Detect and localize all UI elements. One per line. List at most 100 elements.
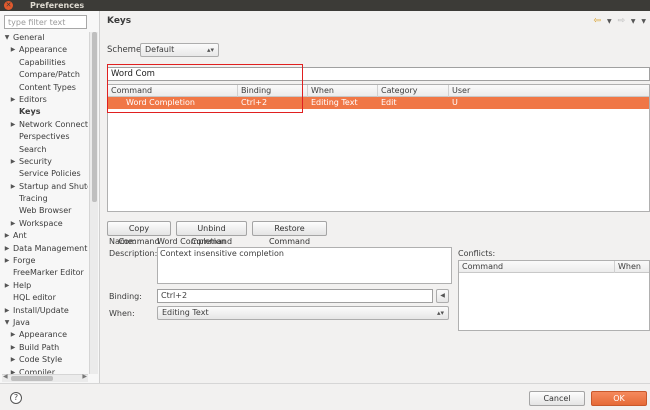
sidebar-item-label: General [13, 33, 45, 42]
sidebar-item[interactable]: ▶ Appearance [0, 329, 88, 341]
column-header-command[interactable]: Command [459, 261, 615, 273]
collapsed-arrow-icon[interactable]: ▶ [9, 44, 17, 56]
chevron-down-icon[interactable]: ▼ [631, 18, 636, 25]
collapsed-arrow-icon[interactable]: ▶ [3, 255, 11, 267]
sidebar-vertical-scrollbar[interactable] [89, 32, 98, 374]
scheme-value: Default [145, 45, 175, 54]
scroll-left-icon[interactable]: ◀ [3, 373, 8, 380]
restore-command-button[interactable]: Restore Command [252, 221, 327, 246]
scroll-thumb[interactable] [92, 32, 97, 202]
sidebar-item[interactable]: Keys [0, 106, 88, 118]
preferences-sidebar: type filter text ▼ General ▶ Appearance Capa… [0, 11, 100, 383]
sidebar-item-label: HQL editor [13, 293, 56, 303]
collapsed-arrow-icon[interactable]: ▶ [9, 218, 17, 230]
binding-label: Binding: [109, 292, 142, 301]
cancel-button[interactable]: Cancel [529, 391, 585, 406]
description-label: Description: [109, 249, 158, 258]
sidebar-item[interactable]: ▶ Network Connecti [0, 119, 88, 131]
sidebar-item[interactable]: ▶ Compiler [0, 367, 88, 374]
sidebar-item[interactable]: ▶ Startup and Shutd [0, 181, 88, 193]
when-select[interactable]: Editing Text ▴▾ [157, 306, 449, 320]
sidebar-item[interactable]: HQL editor [0, 292, 88, 304]
sidebar-item-label: FreeMarker Editor [13, 268, 84, 278]
name-label: Name: [109, 237, 136, 246]
sidebar-item[interactable]: ▶ Security [0, 156, 88, 168]
sidebar-item[interactable]: Service Policies [0, 168, 88, 180]
sidebar-item[interactable]: ▶ Ant [0, 230, 88, 242]
collapsed-arrow-icon[interactable]: ▶ [3, 280, 11, 292]
binding-menu-icon[interactable]: ◀ [436, 289, 449, 303]
collapsed-arrow-icon[interactable]: ▶ [9, 367, 17, 374]
expanded-arrow-icon[interactable]: ▼ [3, 317, 11, 329]
page-navigation: ⇦ ▼ ⇨ ▼ ▼ [591, 16, 646, 28]
ok-button[interactable]: OK [591, 391, 647, 406]
sidebar-item[interactable]: Capabilities [0, 57, 88, 69]
sidebar-item-label: Startup and Shutd [19, 181, 88, 191]
cell-user: U [452, 98, 458, 107]
sidebar-item[interactable]: ▶ Workspace [0, 218, 88, 230]
scheme-select[interactable]: Default ▴▾ [140, 43, 219, 57]
name-value: Word Completion [157, 237, 226, 246]
sidebar-item[interactable]: Content Types [0, 82, 88, 94]
unbind-command-button[interactable]: Unbind Command [176, 221, 247, 246]
collapsed-arrow-icon[interactable]: ▶ [3, 305, 11, 317]
column-header-when[interactable]: When [308, 85, 378, 97]
view-menu-icon[interactable]: ▼ [641, 18, 646, 25]
sidebar-item-label: Workspace [19, 218, 63, 228]
scroll-right-icon[interactable]: ▶ [82, 373, 87, 380]
sidebar-item[interactable]: ▼ General [0, 32, 88, 44]
collapsed-arrow-icon[interactable]: ▶ [9, 94, 17, 106]
sidebar-item-label: Compare/Patch [19, 70, 80, 80]
help-icon[interactable]: ? [10, 392, 22, 404]
sidebar-item[interactable]: Web Browser [0, 205, 88, 217]
conflicts-table[interactable]: Command When [458, 260, 650, 331]
collapsed-arrow-icon[interactable]: ▶ [9, 119, 17, 131]
sidebar-item[interactable]: ▶ Build Path [0, 342, 88, 354]
sidebar-item[interactable]: Search [0, 144, 88, 156]
forward-arrow-icon[interactable]: ⇨ [617, 16, 625, 26]
sidebar-item-label: Editors [19, 94, 47, 104]
sidebar-item[interactable]: ▶ Forge [0, 255, 88, 267]
close-window-icon[interactable]: ✕ [4, 1, 13, 10]
sidebar-item[interactable]: Perspectives [0, 131, 88, 143]
copy-command-button[interactable]: Copy Command [107, 221, 171, 246]
sidebar-horizontal-scrollbar[interactable]: ◀ ▶ [2, 373, 88, 382]
sidebar-item[interactable]: ▼ Java [0, 317, 88, 329]
sidebar-item-label: Content Types [19, 82, 76, 92]
binding-input[interactable]: Ctrl+2 [157, 289, 433, 303]
sidebar-item-label: Tracing [19, 194, 48, 204]
column-header-category[interactable]: Category [378, 85, 449, 97]
sidebar-item[interactable]: ▶ Editors [0, 94, 88, 106]
sidebar-item[interactable]: FreeMarker Editor [0, 267, 88, 279]
preferences-tree: ▼ General ▶ Appearance Capabilities Compare/P… [0, 32, 88, 374]
cell-when: Editing Text [311, 98, 358, 107]
sidebar-item[interactable]: Tracing [0, 193, 88, 205]
expanded-arrow-icon[interactable]: ▼ [3, 32, 11, 44]
sidebar-item-label: Appearance [19, 330, 68, 340]
collapsed-arrow-icon[interactable]: ▶ [9, 156, 17, 168]
sidebar-item[interactable]: ▶ Data Management [0, 243, 88, 255]
column-header-when[interactable]: When [615, 261, 650, 273]
collapsed-arrow-icon[interactable]: ▶ [9, 181, 17, 193]
sidebar-item-label: Help [13, 280, 32, 290]
scroll-thumb[interactable] [11, 376, 53, 381]
cell-category: Edit [381, 98, 397, 107]
sidebar-item[interactable]: Compare/Patch [0, 69, 88, 81]
collapsed-arrow-icon[interactable]: ▶ [9, 342, 17, 354]
chevron-down-icon[interactable]: ▼ [607, 18, 612, 25]
collapsed-arrow-icon[interactable]: ▶ [3, 243, 11, 255]
sidebar-item[interactable]: ▶ Appearance [0, 44, 88, 56]
collapsed-arrow-icon[interactable]: ▶ [3, 230, 11, 242]
sidebar-item[interactable]: ▶ Help [0, 280, 88, 292]
collapsed-arrow-icon[interactable]: ▶ [9, 354, 17, 366]
sidebar-item[interactable]: ▶ Install/Update [0, 305, 88, 317]
description-text[interactable]: Context insensitive completion [157, 247, 452, 284]
back-arrow-icon[interactable]: ⇦ [594, 16, 602, 26]
sidebar-item[interactable]: ▶ Code Style [0, 354, 88, 366]
sidebar-item-label: Compiler [19, 367, 56, 374]
filter-input[interactable]: type filter text [4, 15, 87, 29]
sidebar-item-label: Data Management [13, 243, 88, 253]
column-header-user[interactable]: User [449, 85, 650, 97]
when-value: Editing Text [162, 308, 209, 317]
collapsed-arrow-icon[interactable]: ▶ [9, 329, 17, 341]
